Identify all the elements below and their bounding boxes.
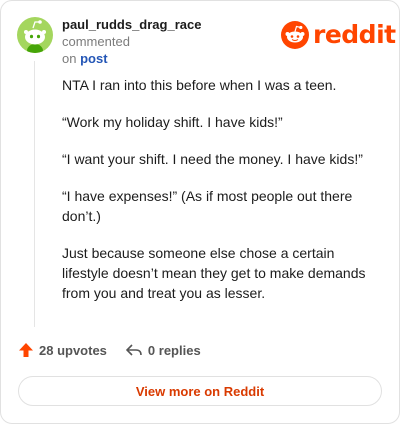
replies-button[interactable]: 0 replies	[125, 342, 201, 358]
action-text: commented	[62, 34, 130, 49]
post-link[interactable]: post	[80, 51, 107, 66]
view-more-button[interactable]: View more on Reddit	[18, 376, 382, 406]
comment-body: NTA I ran into this before when I was a …	[62, 75, 382, 320]
comment-paragraph: “I want your shift. I need the money. I …	[62, 151, 363, 167]
upvote-count: 28 upvotes	[39, 342, 107, 358]
comment-meta: paul_rudds_drag_race commented on post	[62, 16, 272, 67]
comment-paragraph: Just because someone else chose a certai…	[62, 245, 366, 301]
comment-paragraph: “I have expenses!” (As if most people ou…	[62, 188, 353, 224]
reddit-wordmark: reddit	[313, 20, 396, 49]
reddit-logo[interactable]: reddit	[281, 21, 396, 49]
user-avatar-icon[interactable]	[17, 17, 53, 53]
upvote-arrow-icon	[19, 343, 33, 357]
thread-line	[34, 61, 35, 327]
comment-card: paul_rudds_drag_race commented on post r…	[0, 0, 400, 424]
username-link[interactable]: paul_rudds_drag_race	[62, 17, 201, 32]
reddit-logo-icon	[281, 21, 309, 49]
comment-paragraph: “Work my holiday shift. I have kids!”	[62, 114, 283, 130]
comment-paragraph: NTA I ran into this before when I was a …	[62, 77, 337, 93]
reply-count: 0 replies	[147, 342, 201, 358]
reply-arrow-icon	[126, 344, 142, 356]
upvote-button[interactable]: 28 upvotes	[18, 342, 107, 358]
comment-actions: 28 upvotes 0 replies	[18, 342, 201, 358]
on-text: on	[62, 51, 77, 66]
